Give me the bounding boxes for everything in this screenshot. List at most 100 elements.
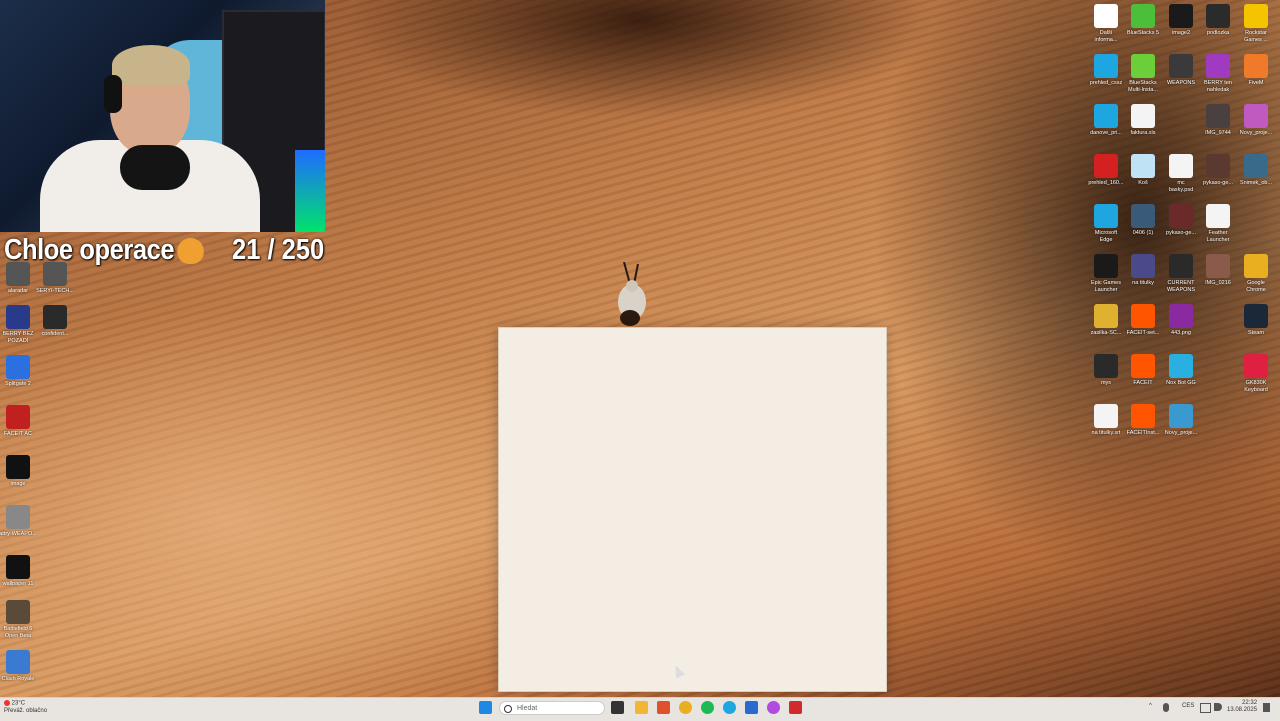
volume-icon[interactable] bbox=[1214, 703, 1222, 711]
splitgate-icon bbox=[6, 355, 30, 379]
task-view-icon[interactable] bbox=[611, 701, 624, 714]
app-icon[interactable] bbox=[789, 701, 802, 714]
app-icon bbox=[1169, 354, 1193, 378]
desktop-shortcut[interactable]: Battlefield 6 Open Beta bbox=[0, 600, 46, 640]
image-file-icon bbox=[1206, 254, 1230, 278]
gazelle-image bbox=[618, 262, 646, 326]
desktop-shortcut[interactable]: confident... bbox=[27, 305, 83, 338]
image-file-icon bbox=[1131, 254, 1155, 278]
desktop-shortcut[interactable]: Rockstar Games ... bbox=[1228, 4, 1280, 44]
desktop-shortcut-label: Battlefield 6 Open Beta bbox=[3, 626, 33, 639]
search-box[interactable]: Hledat bbox=[499, 701, 605, 715]
network-icon[interactable] bbox=[1200, 703, 1211, 713]
desktop-shortcut[interactable]: Splitgate 2 bbox=[0, 355, 46, 388]
chevron-up-icon[interactable]: ^ bbox=[1149, 703, 1152, 709]
chrome-icon bbox=[1244, 254, 1268, 278]
image-file-icon bbox=[1169, 404, 1193, 428]
desktop-shortcut[interactable]: Google Chrome bbox=[1228, 254, 1280, 294]
image-file-icon bbox=[1206, 54, 1230, 78]
image-file-icon bbox=[43, 305, 67, 329]
microphone-icon[interactable] bbox=[1163, 703, 1169, 712]
image-file-icon bbox=[1206, 154, 1230, 178]
image-file-icon bbox=[1244, 154, 1268, 178]
image-file-icon bbox=[1131, 204, 1155, 228]
image-file-icon bbox=[1169, 304, 1193, 328]
desktop-shortcut-label: Feather Launcher bbox=[1206, 230, 1230, 243]
desktop-shortcut-label: Snimek_ob... bbox=[1239, 180, 1273, 186]
desktop-shortcut-label: Rockstar Games ... bbox=[1244, 30, 1268, 43]
faceit-icon bbox=[6, 405, 30, 429]
document-icon bbox=[1131, 104, 1155, 128]
desktop-shortcut[interactable]: Snimek_ob... bbox=[1228, 154, 1280, 187]
desktop-shortcut[interactable]: FiveM bbox=[1228, 54, 1280, 87]
keyboard-app-icon bbox=[1244, 354, 1268, 378]
desktop-shortcut[interactable]: Nox Bot GG bbox=[1153, 354, 1209, 387]
feather-icon bbox=[1206, 204, 1230, 228]
faceit-icon bbox=[1131, 304, 1155, 328]
app-icon[interactable] bbox=[745, 701, 758, 714]
desktop-shortcut-label: GK830K Keyboard bbox=[1244, 380, 1268, 393]
desktop-shortcut[interactable]: Feather Launcher bbox=[1190, 204, 1246, 244]
desktop-shortcut-label: 443.png bbox=[1171, 330, 1191, 336]
desktop-shortcut[interactable]: Clash Royale bbox=[0, 650, 46, 683]
bluestacks-icon bbox=[1131, 54, 1155, 78]
cat-emoji-icon bbox=[177, 238, 205, 265]
image-file-icon bbox=[1244, 104, 1268, 128]
language-indicator[interactable]: CES bbox=[1182, 703, 1194, 709]
desktop-shortcut-label: Nox Bot GG bbox=[1166, 380, 1196, 386]
desktop-shortcut-label: image bbox=[10, 481, 26, 487]
chrome-icon[interactable] bbox=[679, 701, 692, 714]
desktop-shortcut[interactable]: 443.png bbox=[1153, 304, 1209, 337]
spotify-icon[interactable] bbox=[701, 701, 714, 714]
clash-royale-icon bbox=[6, 650, 30, 674]
desktop-shortcut[interactable]: wallpaper 11 bbox=[0, 555, 46, 588]
edge-icon[interactable] bbox=[723, 701, 736, 714]
desktop-shortcut-label: SERYI-TECH... bbox=[36, 288, 74, 294]
battlefield-icon bbox=[6, 600, 30, 624]
desktop-shortcut[interactable]: image bbox=[0, 455, 46, 488]
desktop-shortcut-label: Steam bbox=[1248, 330, 1264, 336]
desktop-shortcut-label: wallpaper 11 bbox=[2, 581, 34, 587]
app-icon bbox=[43, 262, 67, 286]
weather-widget[interactable]: 23°C Převáž. oblačno bbox=[4, 700, 47, 715]
desktop-shortcut[interactable]: GK830K Keyboard bbox=[1228, 354, 1280, 394]
desktop-shortcut[interactable]: faktura.xls bbox=[1115, 104, 1171, 137]
image-file-icon bbox=[6, 555, 30, 579]
image-file-icon bbox=[1206, 4, 1230, 28]
desktop-shortcut-label: faktura.xls bbox=[1130, 130, 1156, 136]
desktop-shortcut[interactable]: Novy_proje... bbox=[1153, 404, 1209, 437]
desktop-shortcut[interactable]: SERYI-TECH... bbox=[27, 262, 83, 295]
image-file-icon bbox=[6, 455, 30, 479]
stream-goal-counter: 21 / 250 bbox=[232, 234, 325, 266]
desktop-shortcut-label: Google Chrome bbox=[1246, 280, 1266, 293]
weather-icon bbox=[4, 700, 10, 706]
desktop-shortcut[interactable]: attry-WEAPO... bbox=[0, 505, 46, 538]
blank-window[interactable] bbox=[498, 327, 887, 692]
messenger-icon[interactable] bbox=[767, 701, 780, 714]
faceit-icon bbox=[1131, 404, 1155, 428]
bluestacks-icon bbox=[1131, 4, 1155, 28]
desktop-shortcut[interactable]: FACEIT AC bbox=[0, 405, 46, 438]
webcam-overlay bbox=[0, 0, 325, 232]
desktop-shortcut-label: attry-WEAPO... bbox=[0, 531, 37, 537]
app-icon[interactable] bbox=[657, 701, 670, 714]
desktop-shortcut-label: FACEIT AC bbox=[3, 431, 33, 437]
desktop-shortcut-label: Splitgate 2 bbox=[5, 381, 31, 387]
faceit-icon bbox=[1131, 354, 1155, 378]
fivem-icon bbox=[1244, 54, 1268, 78]
desktop-shortcut-label: Novy_proje... bbox=[1239, 130, 1273, 136]
steam-icon bbox=[1244, 304, 1268, 328]
image-file-icon bbox=[6, 505, 30, 529]
desktop-shortcut-label: FiveM bbox=[1248, 80, 1264, 86]
file-explorer-icon[interactable] bbox=[635, 701, 648, 714]
notification-bell-icon[interactable] bbox=[1263, 703, 1270, 712]
rockstar-icon bbox=[1244, 4, 1268, 28]
desktop-shortcut-label: Clash Royale bbox=[1, 676, 35, 682]
clock[interactable]: 22:32 13.08.2025 bbox=[1227, 700, 1257, 714]
desktop-shortcut-label: Novy_proje... bbox=[1164, 430, 1198, 436]
recycle-bin-icon bbox=[1131, 154, 1155, 178]
desktop-shortcut-label: confident... bbox=[41, 331, 69, 337]
start-button[interactable] bbox=[479, 701, 492, 714]
desktop-shortcut[interactable]: Steam bbox=[1228, 304, 1280, 337]
desktop-shortcut[interactable]: Novy_proje... bbox=[1228, 104, 1280, 137]
